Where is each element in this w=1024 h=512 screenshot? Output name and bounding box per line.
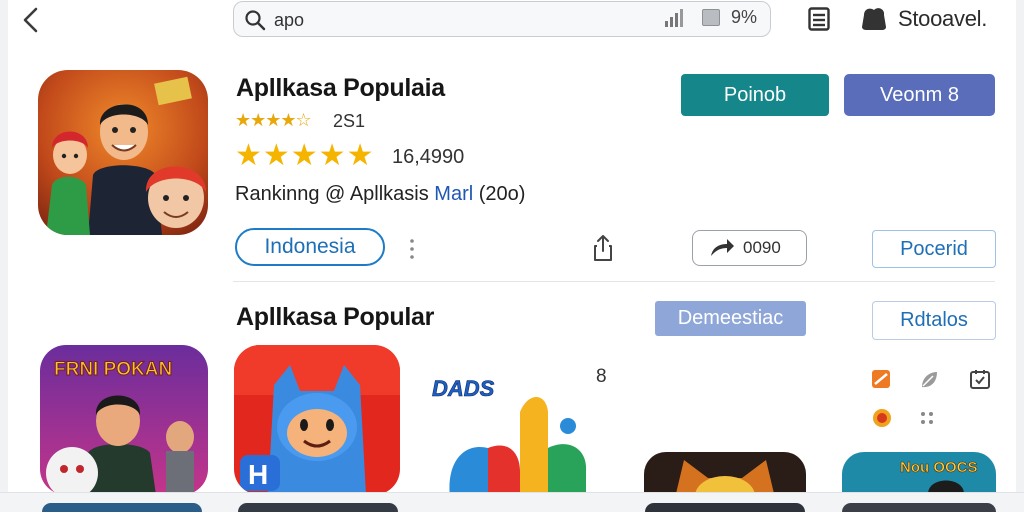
app-tile-1[interactable]: FRNI POKAN [40, 345, 208, 495]
app-tile-5-caption: Nou OOCS [900, 459, 978, 476]
ranking-category-link[interactable]: Marl [434, 183, 473, 205]
document-icon[interactable] [808, 7, 830, 31]
grid-dots-icon[interactable] [920, 411, 934, 425]
calendar-check-icon[interactable] [969, 368, 991, 390]
share-icon[interactable] [593, 234, 613, 262]
battery-percent: 9% [731, 7, 758, 27]
featured-app-title: Apllkasa Populaia [236, 74, 445, 102]
signal-icon [665, 9, 683, 27]
next-row-app-3[interactable] [645, 503, 805, 512]
svg-text:H: H [248, 459, 268, 490]
store-icon[interactable] [860, 5, 888, 31]
rating-count-large: 16,4990 [392, 146, 465, 168]
app-tile-3-artwork: DADS [428, 352, 614, 497]
count-badge: 8 [596, 366, 607, 387]
filter-outline-button[interactable]: Rdtalos [872, 301, 996, 340]
search-bar[interactable] [233, 1, 771, 37]
search-icon [245, 10, 266, 31]
next-row-app-4[interactable] [842, 503, 996, 512]
forward-arrow-icon [711, 239, 734, 256]
battery-icon [702, 9, 720, 26]
more-vertical-icon[interactable] [408, 238, 416, 260]
rating-count-small: 2S1 [333, 111, 366, 131]
app-tile-2-artwork: H [234, 345, 400, 495]
featured-app-artwork [38, 70, 208, 235]
emoji-icon[interactable] [872, 408, 892, 428]
app-tile-3[interactable]: DADS [428, 352, 614, 497]
featured-app-icon[interactable] [38, 70, 208, 235]
ranking-text: Rankinng @ Apllkasis Marl (20o) [235, 183, 526, 205]
leaf-icon[interactable] [918, 369, 940, 391]
store-label[interactable]: Stooavel. [898, 6, 987, 32]
section-divider [233, 281, 995, 282]
share-count-chip[interactable]: 0090 [692, 230, 807, 266]
secondary-action-button[interactable]: Veonm 8 [844, 74, 995, 116]
next-row-app-1[interactable] [42, 503, 202, 512]
left-edge [0, 0, 8, 512]
region-chip[interactable]: Indonesia [235, 228, 385, 266]
rating-stars-small: ★★★★☆ [235, 110, 312, 130]
share-count: 0090 [743, 238, 781, 257]
flag-icon[interactable] [871, 369, 891, 389]
app-tile-1-artwork: FRNI POKAN [40, 345, 208, 495]
search-input[interactable] [274, 9, 574, 31]
outline-action-button[interactable]: Pocerid [872, 230, 996, 268]
app-tile-2[interactable]: H [234, 345, 400, 495]
app-tile-3-caption: DADS [432, 376, 495, 401]
section-title: Apllkasa Popular [236, 303, 435, 331]
primary-action-button[interactable]: Poinob [681, 74, 829, 116]
right-edge [1016, 0, 1024, 512]
rating-stars-large: ★★★★★ [235, 139, 375, 172]
filter-filled-button[interactable]: Demeestiac [655, 301, 806, 336]
next-row-app-2[interactable] [238, 503, 398, 512]
chevron-left-icon[interactable] [18, 6, 46, 34]
app-tile-1-caption: FRNI POKAN [54, 359, 172, 380]
